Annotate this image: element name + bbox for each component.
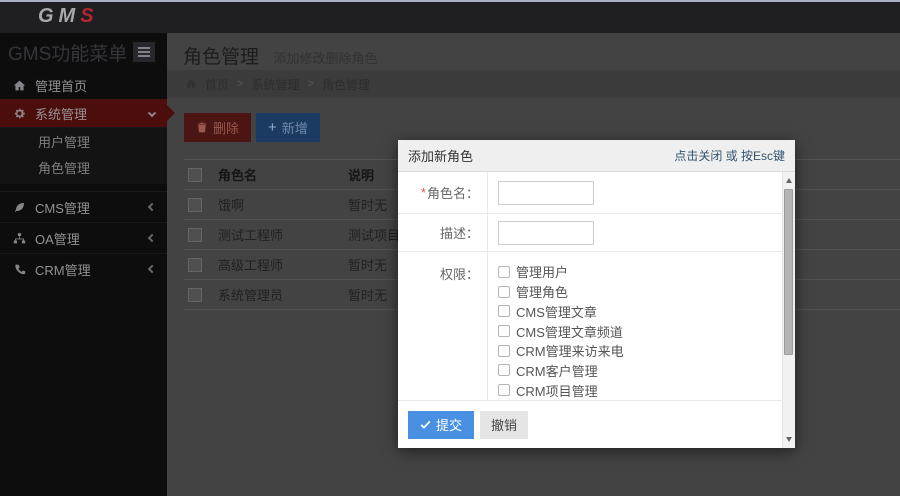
chevron-left-icon (147, 202, 157, 212)
permission-option[interactable]: CRM管理来访来电 (498, 341, 624, 361)
role-name-cell: 饿啊 (218, 198, 245, 213)
gms-logo: GMS (38, 2, 900, 31)
breadcrumb-system-mgmt[interactable]: 系统管理 (251, 76, 299, 93)
page-title: 角色管理 (183, 47, 260, 68)
column-header-role-name: 角色名 (218, 168, 258, 183)
page-header: 角色管理 添加修改删除角色 (167, 33, 900, 70)
add-button[interactable]: + 新增 (256, 113, 320, 142)
permission-option[interactable]: CRM项目管理 (498, 380, 598, 400)
permission-option[interactable]: CMS管理文章 (498, 301, 597, 321)
menu-toggle-icon[interactable] (133, 42, 155, 62)
delete-button[interactable]: 删除 (184, 113, 252, 142)
modal-footer: 提交 撤销 (398, 400, 782, 448)
sidebar-item-label: OA管理 (35, 231, 80, 247)
sidebar-item-label: CRM管理 (35, 262, 91, 278)
checkbox-icon[interactable] (498, 364, 510, 377)
sidebar-item-label: 系统管理 (35, 106, 88, 122)
leaf-icon (12, 201, 27, 214)
checkbox-icon[interactable] (498, 305, 510, 318)
trash-icon (196, 121, 208, 134)
gear-icon (12, 107, 27, 120)
add-role-modal: 添加新角色 点击关闭 或 按Esc键 * 角色名： 描述： 权限： 管理用户 管… (398, 140, 795, 448)
app-screen: GMS GMS功能菜单 管理首页 系统管理 用户管理 角色管理 CMS管理 OA… (0, 0, 900, 496)
sidebar-item-system-mgmt[interactable]: 系统管理 (0, 99, 175, 127)
home-icon (185, 78, 197, 90)
permission-option[interactable]: 管理用户 (498, 262, 568, 282)
sidebar-item-role-mgmt[interactable]: 角色管理 (0, 156, 167, 182)
scroll-up-arrow-icon[interactable] (786, 178, 792, 183)
delete-button-label: 删除 (213, 121, 240, 136)
permission-option[interactable]: CRM客户管理 (498, 361, 598, 381)
breadcrumb-separator: > (307, 78, 314, 90)
page-subtitle: 添加修改删除角色 (273, 51, 378, 66)
modal-close-link[interactable]: 点击关闭 或 按Esc键 (674, 147, 785, 164)
logo-text-gray: GM (38, 5, 81, 27)
submit-button[interactable]: 提交 (408, 410, 475, 439)
role-name-cell: 高级工程师 (218, 258, 284, 273)
check-icon (420, 419, 431, 430)
row-checkbox[interactable] (188, 287, 202, 302)
role-name-cell: 系统管理员 (218, 288, 284, 303)
home-icon (12, 79, 27, 92)
plus-icon: + (268, 119, 277, 136)
sidebar-item-cms-mgmt[interactable]: CMS管理 (0, 191, 167, 222)
sidebar-item-oa-mgmt[interactable]: OA管理 (0, 222, 167, 253)
description-label: 描述： (398, 214, 488, 251)
checkbox-icon[interactable] (498, 344, 510, 357)
modal-body: * 角色名： 描述： 权限： 管理用户 管理角色 CMS管理文章 CMS管理文章… (398, 172, 782, 400)
select-all-checkbox[interactable] (188, 167, 202, 182)
modal-header: 添加新角色 点击关闭 或 按Esc键 (398, 140, 795, 172)
sidebar-groups: CMS管理 OA管理 CRM管理 (0, 191, 167, 284)
system-submenu: 用户管理 角色管理 (0, 127, 167, 184)
chevron-down-icon (147, 108, 157, 118)
chevron-left-icon (147, 264, 157, 274)
top-bar: GMS (0, 0, 900, 33)
permission-option[interactable]: CMS管理文章频道 (498, 321, 623, 341)
modal-scrollbar[interactable] (782, 172, 795, 448)
scroll-down-arrow-icon[interactable] (786, 437, 792, 442)
permission-option[interactable]: 管理角色 (498, 282, 568, 302)
sidebar-item-crm-mgmt[interactable]: CRM管理 (0, 253, 167, 284)
sidebar-header: GMS功能菜单 (0, 33, 167, 71)
row-checkbox[interactable] (188, 227, 202, 242)
sidebar-item-user-mgmt[interactable]: 用户管理 (0, 130, 167, 156)
cancel-button[interactable]: 撤销 (480, 410, 529, 439)
sitemap-icon (12, 232, 27, 245)
breadcrumb-role-mgmt: 角色管理 (321, 77, 370, 92)
sidebar-item-label: CMS管理 (35, 200, 90, 216)
add-button-label: 新增 (281, 121, 308, 136)
form-row-role-name: * 角色名： (398, 172, 782, 214)
row-checkbox[interactable] (188, 257, 202, 272)
permissions-list: 管理用户 管理角色 CMS管理文章 CMS管理文章频道 CRM管理来访来电 CR… (488, 252, 782, 400)
checkbox-icon[interactable] (498, 325, 510, 338)
role-name-label: * 角色名： (398, 172, 488, 213)
breadcrumb-home[interactable]: 首页 (205, 76, 229, 93)
form-row-permissions: 权限： 管理用户 管理角色 CMS管理文章 CMS管理文章频道 CRM管理来访来… (398, 252, 782, 400)
breadcrumb: 首页 > 系统管理 > 角色管理 (167, 70, 900, 98)
permissions-label: 权限： (398, 252, 488, 400)
toolbar: 删除 + 新增 (184, 113, 900, 142)
checkbox-icon[interactable] (498, 285, 510, 298)
chevron-left-icon (147, 233, 157, 243)
breadcrumb-separator: > (237, 78, 244, 90)
role-name-cell: 测试工程师 (218, 228, 284, 243)
phone-icon (12, 263, 27, 276)
role-name-input[interactable] (498, 180, 594, 205)
sidebar-item-label: 管理首页 (35, 78, 88, 94)
submit-button-label: 提交 (436, 418, 463, 433)
required-mark: * (420, 185, 426, 200)
form-row-description: 描述： (398, 214, 782, 252)
row-checkbox[interactable] (188, 197, 202, 212)
sidebar: GMS功能菜单 管理首页 系统管理 用户管理 角色管理 CMS管理 OA管理 C… (0, 33, 175, 496)
description-input[interactable] (498, 220, 594, 245)
sidebar-item-admin-home[interactable]: 管理首页 (0, 71, 167, 99)
logo-text-red: S (80, 5, 99, 27)
scrollbar-thumb[interactable] (784, 189, 793, 355)
checkbox-icon[interactable] (498, 384, 510, 397)
sidebar-title: GMS功能菜单 (8, 43, 128, 65)
checkbox-icon[interactable] (498, 265, 510, 278)
modal-title: 添加新角色 (408, 149, 474, 164)
